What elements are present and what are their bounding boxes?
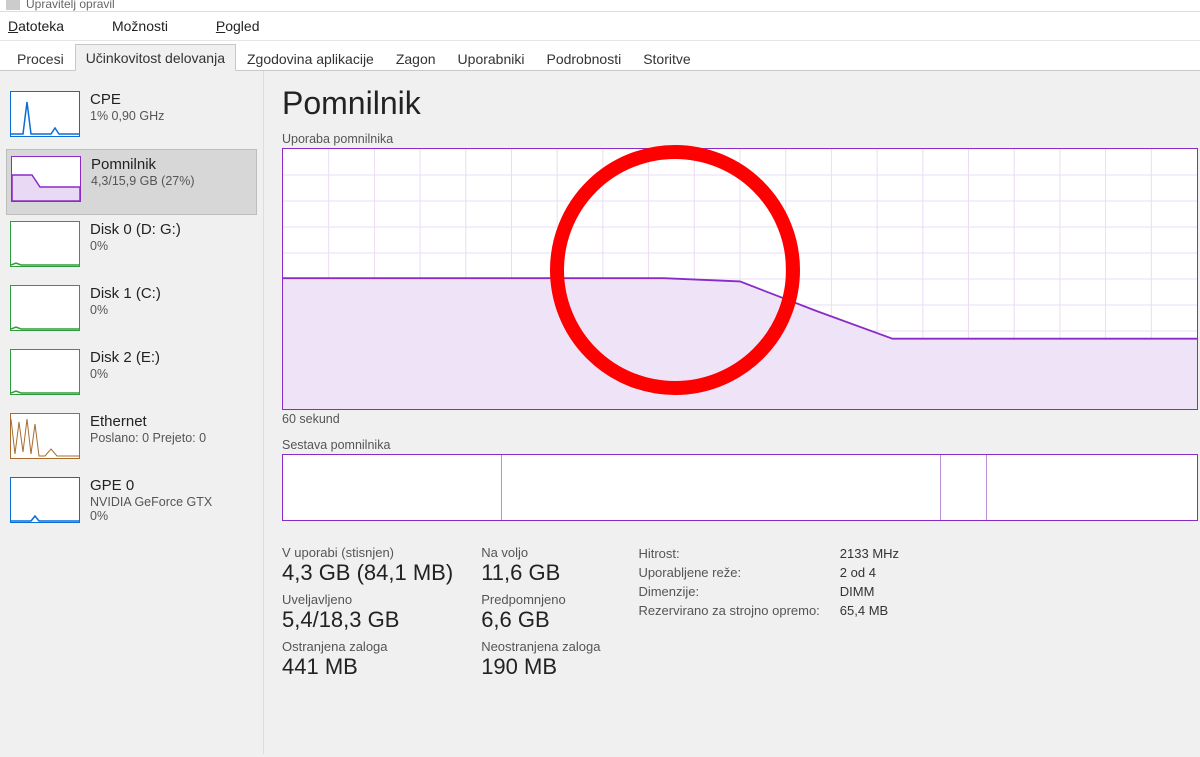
sidebar-item-sub: 4,3/15,9 GB (27%) <box>91 174 195 188</box>
stat-value: 190 MB <box>481 654 600 680</box>
chart-label: Uporaba pomnilnika <box>282 132 1200 146</box>
memory-stats: V uporabi (stisnjen)4,3 GB (84,1 MB) Uvel… <box>282 543 1200 686</box>
menu-view[interactable]: Pogled <box>216 18 282 34</box>
stat-value: 4,3 GB (84,1 MB) <box>282 560 453 586</box>
tab-strip: ProcesiUčinkovitost delovanjaZgodovina a… <box>0 41 1200 71</box>
sidebar-item-ethernet[interactable]: EthernetPoslano: 0 Prejeto: 0 <box>6 407 257 471</box>
sidebar-item-title: Disk 2 (E:) <box>90 349 160 366</box>
tab-učinkovitost-delovanja[interactable]: Učinkovitost delovanja <box>75 44 236 71</box>
detail-val: 2 od 4 <box>840 564 917 581</box>
stat-label: Na voljo <box>481 545 600 560</box>
menu-file[interactable]: Datoteka <box>8 18 86 34</box>
sidebar-item-title: CPE <box>90 91 164 108</box>
detail-key: Uporabljene reže: <box>638 564 837 581</box>
detail-key: Dimenzije: <box>638 583 837 600</box>
sparkline-icon <box>11 156 81 202</box>
tab-uporabniki[interactable]: Uporabniki <box>447 45 536 71</box>
sidebar-item-cpe[interactable]: CPE1% 0,90 GHz <box>6 85 257 149</box>
memory-composition-bar <box>282 454 1198 521</box>
sidebar-item-sub: 0% <box>90 303 161 317</box>
composition-segment <box>502 455 941 520</box>
app-icon <box>6 0 20 10</box>
detail-key: Rezervirano za strojno opremo: <box>638 602 837 619</box>
detail-val: 65,4 MB <box>840 602 917 619</box>
composition-segment <box>283 455 502 520</box>
sparkline-icon <box>10 413 80 459</box>
memory-panel: Pomnilnik Uporaba pomnilnika 60 sekund S… <box>264 71 1200 754</box>
window-titlebar: Upravitelj opravil <box>0 0 1200 12</box>
sidebar-item-title: Disk 0 (D: G:) <box>90 221 181 238</box>
tab-zagon[interactable]: Zagon <box>385 45 447 71</box>
page-title: Pomnilnik <box>282 85 1200 122</box>
sparkline-icon <box>10 285 80 331</box>
sidebar-item-sub: 0% <box>90 239 181 253</box>
sidebar-item-pomnilnik[interactable]: Pomnilnik4,3/15,9 GB (27%) <box>6 149 257 215</box>
sidebar-item-sub: Poslano: 0 Prejeto: 0 <box>90 431 206 445</box>
sidebar-item-sub2: 0% <box>90 509 212 523</box>
sidebar-item-sub: 1% 0,90 GHz <box>90 109 164 123</box>
stat-value: 441 MB <box>282 654 453 680</box>
sidebar-item-sub: NVIDIA GeForce GTX <box>90 495 212 509</box>
detail-val: 2133 MHz <box>840 545 917 562</box>
sparkline-icon <box>10 477 80 523</box>
memory-usage-chart <box>282 148 1198 410</box>
stat-value: 11,6 GB <box>481 560 600 586</box>
memory-detail-table: Hitrost:2133 MHzUporabljene reže:2 od 4D… <box>636 543 919 686</box>
tab-podrobnosti[interactable]: Podrobnosti <box>535 45 632 71</box>
detail-key: Hitrost: <box>638 545 837 562</box>
sparkline-icon <box>10 91 80 137</box>
composition-label: Sestava pomnilnika <box>282 438 1200 452</box>
menu-options[interactable]: Možnosti <box>112 18 190 34</box>
stat-label: V uporabi (stisnjen) <box>282 545 453 560</box>
detail-val: DIMM <box>840 583 917 600</box>
performance-sidebar: CPE1% 0,90 GHzPomnilnik4,3/15,9 GB (27%)… <box>0 71 264 754</box>
stat-label: Uveljavljeno <box>282 592 453 607</box>
window-title: Upravitelj opravil <box>26 0 115 11</box>
stat-label: Neostranjena zaloga <box>481 639 600 654</box>
stat-value: 6,6 GB <box>481 607 600 633</box>
sidebar-item-disk-1-c-[interactable]: Disk 1 (C:)0% <box>6 279 257 343</box>
sidebar-item-title: Pomnilnik <box>91 156 195 173</box>
sidebar-item-disk-2-e-[interactable]: Disk 2 (E:)0% <box>6 343 257 407</box>
sidebar-item-sub: 0% <box>90 367 160 381</box>
tab-storitve[interactable]: Storitve <box>632 45 701 71</box>
sparkline-icon <box>10 349 80 395</box>
sidebar-item-title: Ethernet <box>90 413 206 430</box>
stat-label: Predpomnjeno <box>481 592 600 607</box>
composition-segment <box>987 455 1197 520</box>
stat-value: 5,4/18,3 GB <box>282 607 453 633</box>
sidebar-item-title: Disk 1 (C:) <box>90 285 161 302</box>
tab-procesi[interactable]: Procesi <box>6 45 75 71</box>
sparkline-icon <box>10 221 80 267</box>
menu-bar: Datoteka Možnosti Pogled <box>0 12 1200 41</box>
sidebar-item-title: GPE 0 <box>90 477 212 494</box>
sidebar-item-disk-0-d-g-[interactable]: Disk 0 (D: G:)0% <box>6 215 257 279</box>
stat-label: Ostranjena zaloga <box>282 639 453 654</box>
chart-time-label: 60 sekund <box>282 412 1200 426</box>
tab-zgodovina-aplikacije[interactable]: Zgodovina aplikacije <box>236 45 385 71</box>
sidebar-item-gpe-0[interactable]: GPE 0NVIDIA GeForce GTX0% <box>6 471 257 535</box>
composition-segment <box>941 455 987 520</box>
